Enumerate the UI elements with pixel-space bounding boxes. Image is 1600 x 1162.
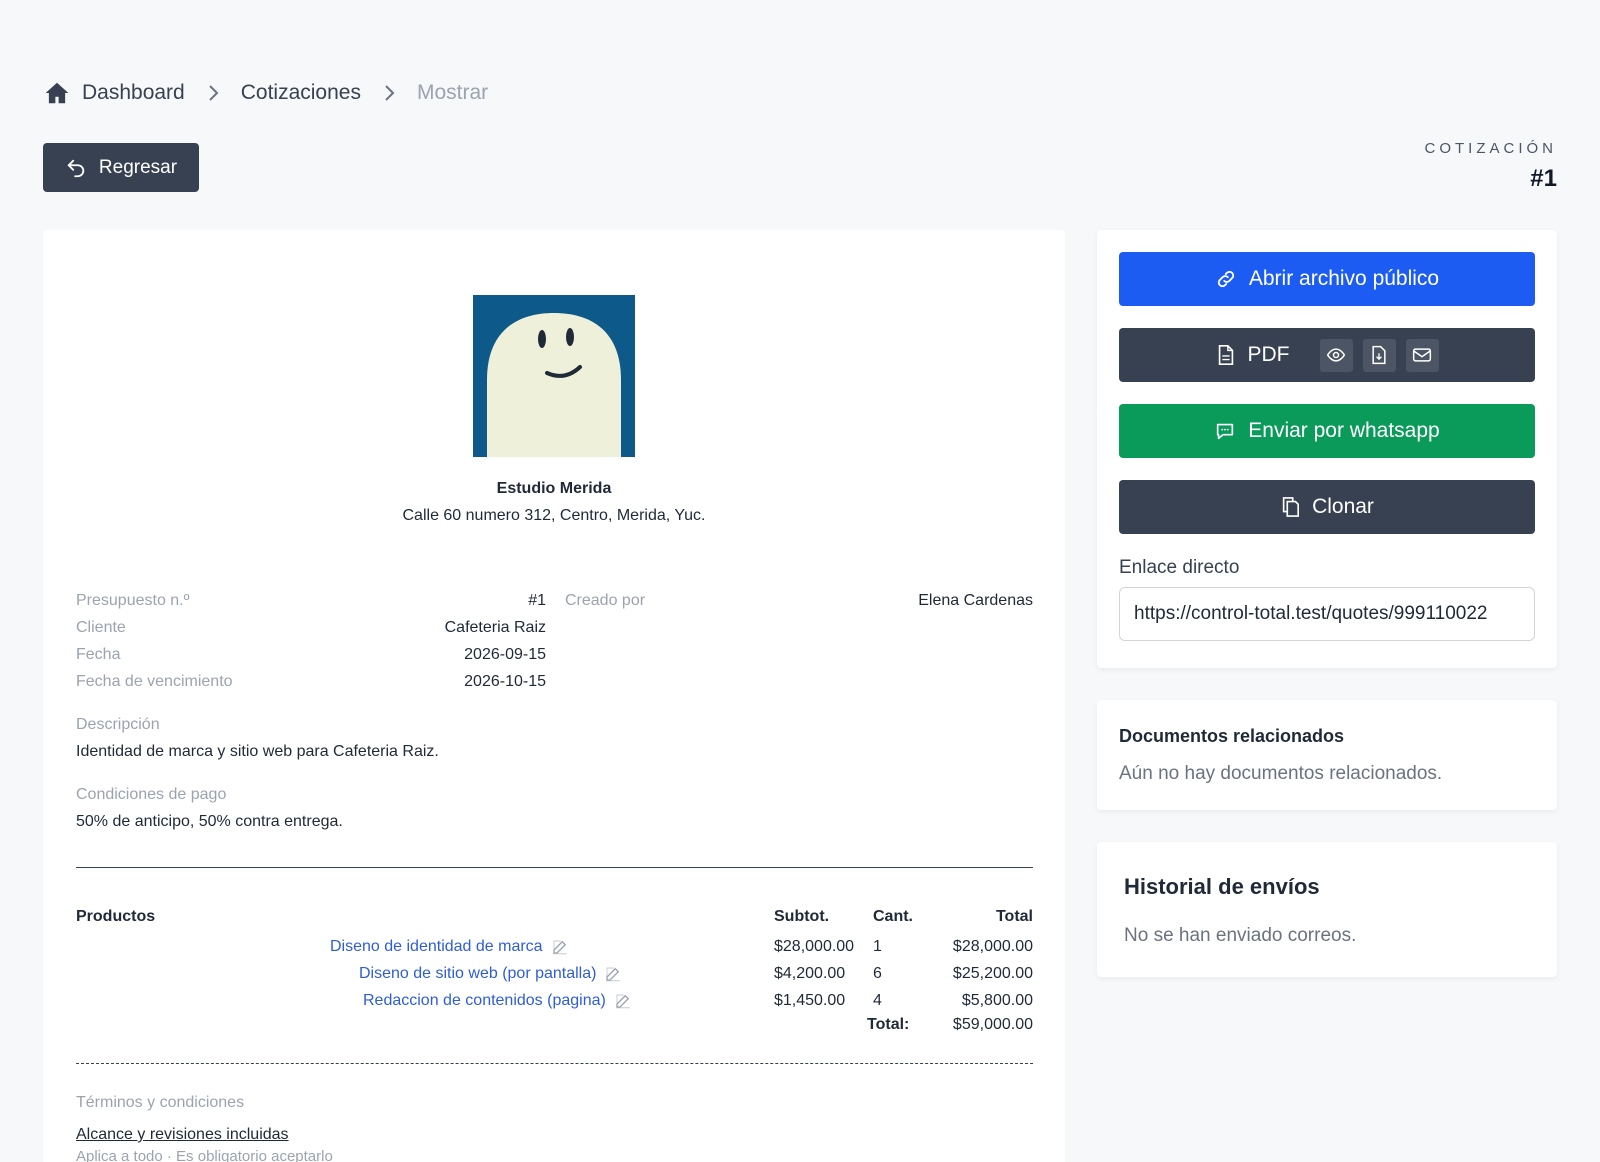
actions-card: Abrir archivo público PDF Enviar por wha… xyxy=(1097,230,1557,668)
chevron-right-icon xyxy=(209,85,219,101)
file-icon xyxy=(1218,345,1233,365)
copy-icon xyxy=(1282,497,1300,517)
open-public-file-label: Abrir archivo público xyxy=(1248,267,1440,290)
breadcrumb-mostrar: Mostrar xyxy=(416,81,489,104)
product-quantity: 4 xyxy=(873,992,882,1009)
product-link[interactable]: Diseno de identidad de marca xyxy=(330,938,569,956)
pdf-preview-button[interactable] xyxy=(1319,338,1353,372)
divider xyxy=(76,867,1033,868)
total-header: Total xyxy=(995,908,1033,925)
product-subtotal: $4,200.00 xyxy=(774,965,846,982)
subtotal-header: Subtot. xyxy=(774,908,830,925)
date-value: 2026-09-15 xyxy=(464,646,546,663)
due-date-value: 2026-10-15 xyxy=(464,673,546,690)
product-name: Diseno de identidad de marca xyxy=(330,938,543,955)
terms-title-link[interactable]: Alcance y revisiones incluidas xyxy=(76,1126,289,1144)
back-button[interactable]: Regresar xyxy=(43,143,199,192)
created-by-row: Creado por Elena Cardenas xyxy=(565,592,1033,610)
breadcrumb-cotizaciones[interactable]: Cotizaciones xyxy=(241,81,361,105)
created-by-value: Elena Cardenas xyxy=(918,592,1033,609)
description-label: Descripción xyxy=(76,716,160,733)
back-button-label: Regresar xyxy=(98,156,178,178)
edit-icon[interactable] xyxy=(551,938,569,956)
send-whatsapp-label: Enviar por whatsapp xyxy=(1248,419,1440,442)
quote-heading: COTIZACIÓN #1 xyxy=(1425,140,1558,193)
product-quantity: 1 xyxy=(873,938,882,955)
created-by-label: Creado por xyxy=(565,592,646,609)
payment-terms-text: 50% de anticipo, 50% contra entrega. xyxy=(76,813,343,830)
description-text: Identidad de marca y sitio web para Cafe… xyxy=(76,743,439,760)
terms-label: Términos y condiciones xyxy=(76,1094,245,1111)
file-download-icon xyxy=(1372,345,1386,365)
client-value: Cafeteria Raiz xyxy=(444,619,546,636)
terms-subtitle: Aplica a todo · Es obligatorio aceptarlo xyxy=(76,1148,333,1162)
chevron-right-icon xyxy=(385,85,395,101)
pdf-label: PDF xyxy=(1247,343,1290,366)
client-row: Cliente Cafeteria Raiz xyxy=(76,619,546,637)
quote-document: Estudio Merida Calle 60 numero 312, Cent… xyxy=(43,230,1065,1162)
direct-link-label: Enlace directo xyxy=(1119,557,1240,578)
date-row: Fecha 2026-09-15 xyxy=(76,646,546,664)
grand-total-value: $59,000.00 xyxy=(952,1016,1033,1033)
eye-icon xyxy=(1326,348,1346,362)
mail-icon xyxy=(1412,348,1432,362)
client-label: Cliente xyxy=(76,619,126,636)
budget-number-row: Presupuesto n.º #1 xyxy=(76,592,546,610)
send-history-title: Historial de envíos xyxy=(1124,874,1320,899)
product-link[interactable]: Redaccion de contenidos (pagina) xyxy=(363,992,632,1010)
due-date-label: Fecha de vencimiento xyxy=(76,673,233,690)
company-name: Estudio Merida xyxy=(496,480,612,497)
send-history-empty: No se han enviado correos. xyxy=(1124,925,1357,946)
chat-icon xyxy=(1217,423,1234,440)
product-total: $25,200.00 xyxy=(952,965,1033,982)
related-documents-title: Documentos relacionados xyxy=(1119,726,1345,746)
quantity-header: Cant. xyxy=(873,908,913,925)
product-link[interactable]: Diseno de sitio web (por pantalla) xyxy=(359,965,622,983)
pdf-download-button[interactable] xyxy=(1362,338,1396,372)
clone-button[interactable]: Clonar xyxy=(1119,480,1535,534)
divider-dashed xyxy=(76,1063,1033,1064)
clone-label: Clonar xyxy=(1312,495,1374,518)
date-label: Fecha xyxy=(76,646,121,663)
budget-number-label: Presupuesto n.º xyxy=(76,592,190,609)
breadcrumb-dashboard[interactable]: Dashboard xyxy=(82,81,185,105)
send-whatsapp-button[interactable]: Enviar por whatsapp xyxy=(1119,404,1535,458)
related-documents-empty: Aún no hay documentos relacionados. xyxy=(1119,763,1443,784)
budget-number-value: #1 xyxy=(528,592,546,609)
open-public-file-button[interactable]: Abrir archivo público xyxy=(1119,252,1535,306)
product-total: $28,000.00 xyxy=(952,938,1033,955)
products-header: Productos xyxy=(76,908,156,925)
undo-icon xyxy=(67,159,85,177)
related-documents-card: Documentos relacionados Aún no hay docum… xyxy=(1097,700,1557,810)
send-history-card: Historial de envíos No se han enviado co… xyxy=(1097,842,1557,977)
link-icon xyxy=(1217,270,1234,288)
payment-terms-label: Condiciones de pago xyxy=(76,786,227,803)
direct-link-field[interactable] xyxy=(1119,587,1535,641)
company-logo xyxy=(473,295,635,457)
quote-number: #1 xyxy=(1530,165,1557,192)
product-total: $5,800.00 xyxy=(961,992,1033,1009)
pdf-button[interactable]: PDF xyxy=(1216,343,1290,367)
quote-kicker: COTIZACIÓN xyxy=(1424,140,1557,157)
due-date-row: Fecha de vencimiento 2026-10-15 xyxy=(76,673,546,691)
product-quantity: 6 xyxy=(873,965,882,982)
home-icon[interactable] xyxy=(44,80,70,106)
pdf-actions: PDF xyxy=(1119,328,1535,382)
product-subtotal: $28,000.00 xyxy=(774,938,855,955)
grand-total-label: Total: xyxy=(867,1016,910,1033)
pdf-email-button[interactable] xyxy=(1405,338,1439,372)
edit-icon[interactable] xyxy=(604,965,622,983)
breadcrumb: Dashboard Cotizaciones Mostrar xyxy=(44,80,488,106)
product-subtotal: $1,450.00 xyxy=(774,992,846,1009)
edit-icon[interactable] xyxy=(614,992,632,1010)
product-name: Diseno de sitio web (por pantalla) xyxy=(359,965,597,982)
company-address: Calle 60 numero 312, Centro, Merida, Yuc… xyxy=(402,507,706,524)
product-name: Redaccion de contenidos (pagina) xyxy=(363,992,606,1009)
